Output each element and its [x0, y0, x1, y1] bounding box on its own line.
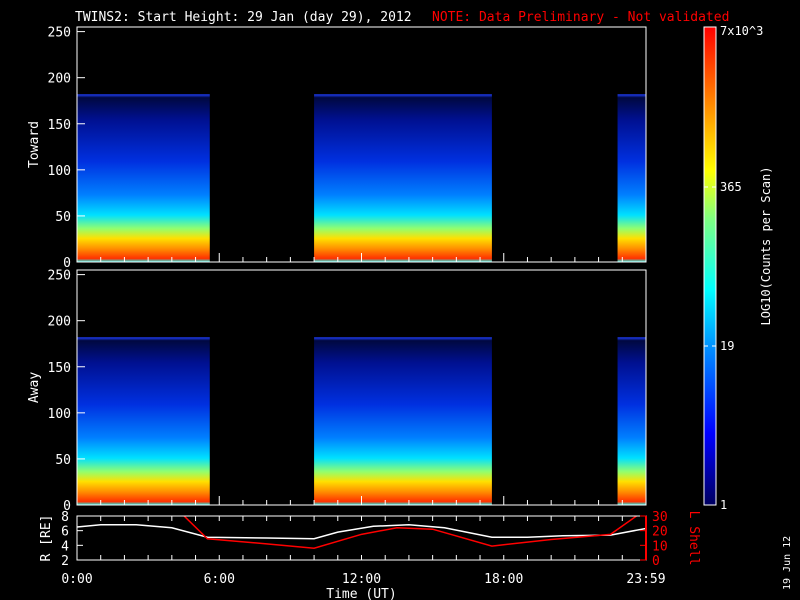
- y-tick-label: 100: [48, 407, 71, 422]
- x-tick-label: 23:59: [626, 572, 665, 587]
- y-tick-label: 150: [48, 118, 71, 133]
- y-tick-label: 8: [61, 510, 69, 525]
- spectrogram-panel-toward: 050100150200250Toward: [27, 26, 647, 271]
- x-tick-label: 6:00: [204, 572, 235, 587]
- y2-tick-label: 10: [652, 539, 668, 554]
- y-axis-label: Away: [27, 372, 42, 403]
- series-line-r: [77, 524, 646, 540]
- spectrogram-block: [617, 337, 646, 505]
- colorbar: [703, 26, 717, 506]
- y-tick-label: 50: [55, 453, 71, 468]
- x-tick-label: 0:00: [61, 572, 92, 587]
- y-tick-label: 150: [48, 361, 71, 376]
- y-tick-label: 100: [48, 164, 71, 179]
- colorbar-tick-label: 7x10^3: [720, 24, 763, 38]
- y2-tick-label: 20: [652, 525, 668, 540]
- y-axis-label: Toward: [27, 121, 42, 168]
- spectrogram-block: [77, 337, 210, 505]
- y-tick-label: 250: [48, 26, 71, 41]
- y2-axis-label: L Shell: [686, 511, 701, 566]
- spectrogram-block: [314, 94, 492, 263]
- spectrogram-block: [617, 94, 646, 263]
- spectrogram-block: [314, 337, 492, 505]
- chart-canvas: TWINS2: Start Height: 29 Jan (day 29), 2…: [27, 10, 793, 600]
- x-tick-label: 18:00: [484, 572, 523, 587]
- y-tick-label: 2: [61, 554, 69, 569]
- y-tick-label: 50: [55, 210, 71, 225]
- y2-tick-label: 30: [652, 510, 668, 525]
- series-line-l-shell: [183, 516, 637, 550]
- y-tick-label: 4: [61, 539, 69, 554]
- chart-title: TWINS2: Start Height: 29 Jan (day 29), 2…: [75, 10, 412, 25]
- y2-tick-label: 0: [652, 554, 660, 569]
- y-tick-label: 200: [48, 315, 71, 330]
- footer-date: 19 Jun 12: [782, 536, 793, 590]
- spectrogram-block: [77, 94, 210, 263]
- colorbar-tick-label: 1: [720, 498, 727, 512]
- spectrogram-panel-away: 050100150200250Away: [27, 269, 647, 514]
- note-text: NOTE: Data Preliminary - Not validated: [432, 10, 729, 25]
- y-tick-label: 6: [61, 525, 69, 540]
- x-tick-label: 12:00: [342, 572, 381, 587]
- colorbar-tick-label: 19: [720, 339, 734, 353]
- y-axis-label: R [RE]: [39, 515, 54, 562]
- colorbar-tick-label: 365: [720, 180, 742, 194]
- x-axis-label: Time (UT): [326, 587, 396, 600]
- y-tick-label: 250: [48, 269, 71, 284]
- colorbar-label: LOG10(Counts per Scan): [759, 167, 773, 326]
- y-tick-label: 200: [48, 72, 71, 87]
